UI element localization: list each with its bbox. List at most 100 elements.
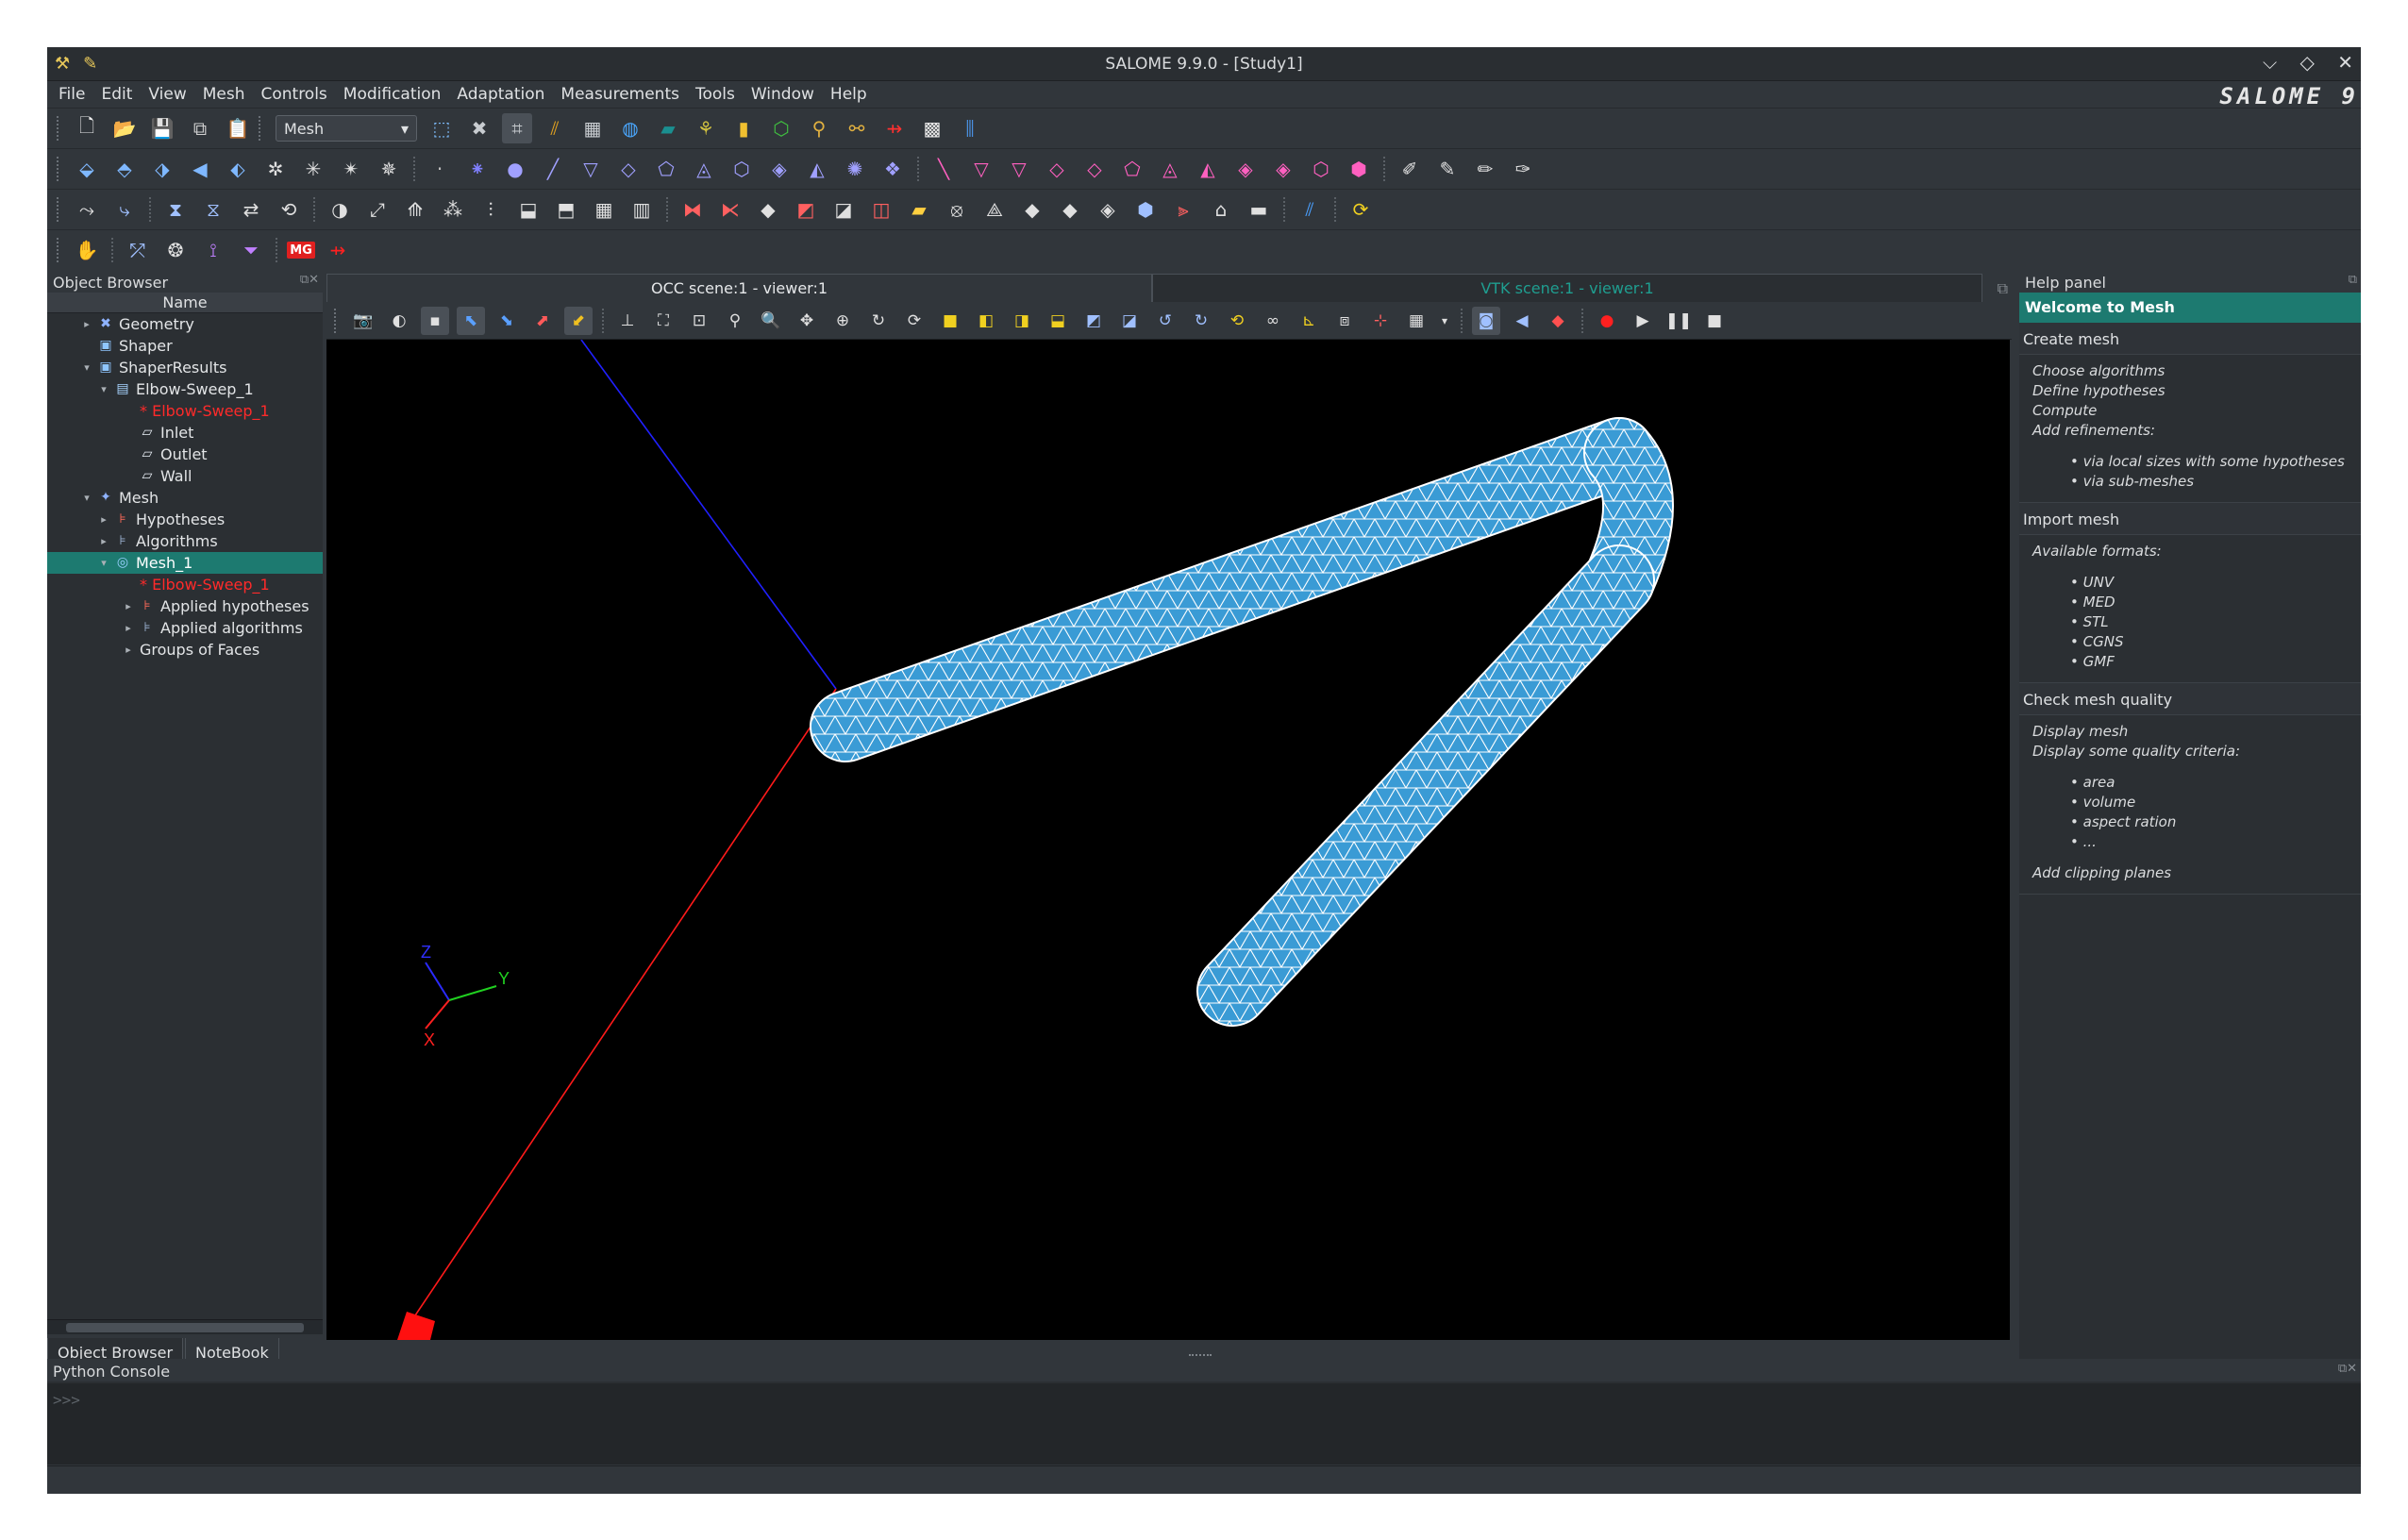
hand-icon[interactable]: ✋ [72, 235, 102, 265]
chevron-right-icon[interactable]: ▸ [81, 313, 92, 335]
geometry-module-icon[interactable]: ◍ [615, 113, 645, 143]
close-module-icon[interactable]: ✖ [464, 113, 494, 143]
tree-item[interactable]: ▸ ⊧ Applied algorithms [47, 617, 323, 639]
chevron-right-icon[interactable]: ▸ [123, 617, 134, 639]
view-top-icon[interactable]: ◨ [1008, 307, 1036, 335]
tree-item[interactable]: ▱ Outlet [47, 444, 323, 465]
pattern-icon[interactable]: ▦ [589, 194, 619, 225]
quadratic-pyramid-icon[interactable]: ◭ [1193, 154, 1223, 184]
circle-selection-icon[interactable]: ⬋ [564, 306, 593, 335]
revolution-icon[interactable]: ⬒ [551, 194, 581, 225]
chevron-right-icon[interactable]: ▸ [123, 595, 134, 617]
hexa-prism-icon[interactable]: ❖ [878, 154, 908, 184]
rotation-point-icon[interactable]: ↻ [864, 307, 893, 335]
offset-icon[interactable]: ⟰ [400, 194, 430, 225]
compute-icon[interactable]: ⬖ [223, 154, 253, 184]
anticlockwise-icon[interactable]: ↺ [1151, 307, 1179, 335]
view-bottom-icon[interactable]: ⬓ [1044, 307, 1072, 335]
toolbar-grip[interactable] [57, 157, 62, 181]
reset-view-icon[interactable]: ⟲ [1223, 307, 1251, 335]
panel-float-close-icon[interactable]: ⧉✕ [2338, 1362, 2357, 1376]
view-back-icon[interactable]: ◧ [972, 307, 1000, 335]
scale-icon[interactable]: ⤢ [362, 194, 393, 225]
quadratic-polygon-icon[interactable]: ⬠ [1117, 154, 1147, 184]
stereo-icon[interactable]: ◆ [1544, 307, 1572, 335]
add-node-icon[interactable]: ⤳ [72, 194, 102, 225]
tab-occ-viewer[interactable]: OCC scene:1 - viewer:1 [326, 274, 1152, 302]
polygon-icon[interactable]: ⬠ [651, 154, 681, 184]
menu-edit[interactable]: Edit [101, 85, 132, 104]
tree-item[interactable]: ▸ ✖ Geometry [47, 313, 323, 335]
tree-item[interactable]: * Elbow-Sweep_1 [47, 400, 323, 422]
find-element-icon[interactable]: ◈ [1093, 194, 1123, 225]
tree-item[interactable]: ▸ Groups of Faces [47, 639, 323, 661]
jobmanager-icon[interactable]: ▦ [577, 113, 608, 143]
sew-icon[interactable]: ⁂ [438, 194, 468, 225]
bounding-box-icon[interactable]: ⫽ [1295, 194, 1325, 225]
dump-view-icon[interactable]: 📷 [349, 307, 377, 335]
projection-icon[interactable]: ▦ [1402, 307, 1430, 335]
chevron-down-icon[interactable]: ▾ [81, 487, 92, 509]
pyramid-icon[interactable]: ◭ [802, 154, 832, 184]
fields-module-icon[interactable]: ⚲ [804, 113, 834, 143]
adapt-field-icon[interactable]: ⟟ [198, 235, 228, 265]
merge-nodes-icon[interactable]: ⧗ [160, 194, 191, 225]
chevron-right-icon[interactable]: ▸ [123, 639, 134, 661]
polygon-selection-icon[interactable]: ⬈ [528, 307, 557, 335]
tree-item[interactable]: ▾ ◎ Mesh_1 [47, 552, 323, 574]
trihedron-icon[interactable]: ⊥ [613, 307, 642, 335]
tree-item[interactable]: ▸ ⊧ Hypotheses [47, 509, 323, 530]
measure-volume-icon[interactable]: ▬ [1244, 194, 1274, 225]
tree-item[interactable]: ▣ Shaper [47, 335, 323, 357]
import-icon[interactable]: ◀ [185, 154, 215, 184]
triquadratic-hexa-icon[interactable]: ⬢ [1344, 154, 1374, 184]
menu-modification[interactable]: Modification [343, 85, 442, 104]
menu-view[interactable]: View [148, 85, 186, 104]
3d-scene[interactable]: Z Y X [326, 340, 2010, 1340]
0d-element-icon[interactable]: ⁕ [462, 154, 493, 184]
view-front-icon[interactable]: ■ [936, 307, 964, 335]
biquadratic-wedge-icon[interactable]: ◈ [1268, 154, 1298, 184]
edge-icon[interactable]: ╱ [538, 154, 568, 184]
minimize-icon[interactable]: ⌵ [2263, 51, 2277, 74]
quadratic-hexa-icon[interactable]: ⬡ [1306, 154, 1336, 184]
tree-item[interactable]: ▾ ▤ Elbow-Sweep_1 [47, 378, 323, 400]
shaper-module-icon[interactable]: ▰ [653, 113, 683, 143]
symmetry-icon[interactable]: ◑ [325, 194, 355, 225]
object-browser-hscrollbar[interactable] [47, 1319, 323, 1334]
fit-selection-icon[interactable]: ⚲ [721, 307, 749, 335]
remove-nodes-icon[interactable]: ✐ [1395, 154, 1425, 184]
elbow-sweep-mesh[interactable] [810, 417, 1674, 1027]
mesh-element-info-icon[interactable]: ⬢ [1130, 194, 1161, 225]
smoothing-icon[interactable]: ◪ [828, 194, 859, 225]
plan-icon[interactable]: ✵ [374, 154, 404, 184]
chevron-right-icon[interactable]: ▸ [98, 509, 109, 530]
ray-tracing-icon[interactable]: ◙ [1472, 306, 1500, 335]
reorient-icon[interactable]: ⦻ [942, 194, 972, 225]
grid-icon[interactable]: ▥ [627, 194, 657, 225]
clear-mesh-icon[interactable]: ✑ [1508, 154, 1538, 184]
extrusion-icon[interactable]: ⬓ [513, 194, 543, 225]
toolbar-grip[interactable] [57, 238, 62, 262]
rotation-icon[interactable]: ⟲ [274, 194, 304, 225]
paste-icon[interactable]: 📋 [223, 113, 253, 143]
paravis-icon[interactable]: ⫽ [540, 113, 570, 143]
sketch-icon[interactable]: ⬚ [426, 113, 457, 143]
remove-orphans-icon[interactable]: ✏ [1470, 154, 1500, 184]
quadratic-triangle-icon[interactable]: ▽ [966, 154, 996, 184]
tree-item[interactable]: ▱ Inlet [47, 422, 323, 444]
viewer-close-icon[interactable]: ⧉ [1998, 279, 2008, 298]
menu-tools[interactable]: Tools [695, 85, 735, 104]
maximize-icon[interactable]: ◇ [2299, 51, 2314, 74]
quadratic-tetra-icon[interactable]: ◬ [1155, 154, 1185, 184]
biquadratic-triangle-icon[interactable]: ▽ [1004, 154, 1034, 184]
quadratic-wedge-icon[interactable]: ◈ [1230, 154, 1261, 184]
edit-mesh-icon[interactable]: ⬗ [147, 154, 177, 184]
view-left-icon[interactable]: ◩ [1079, 307, 1108, 335]
measure-area-icon[interactable]: ⌂ [1206, 194, 1236, 225]
environment-texture-icon[interactable]: ◀ [1508, 307, 1536, 335]
compute-settings-icon[interactable]: ✲ [260, 154, 291, 184]
graduated-axes-icon[interactable]: ⊾ [1295, 307, 1323, 335]
open-folder-icon[interactable]: 📂 [109, 113, 140, 143]
wedge-icon[interactable]: ◈ [764, 154, 794, 184]
